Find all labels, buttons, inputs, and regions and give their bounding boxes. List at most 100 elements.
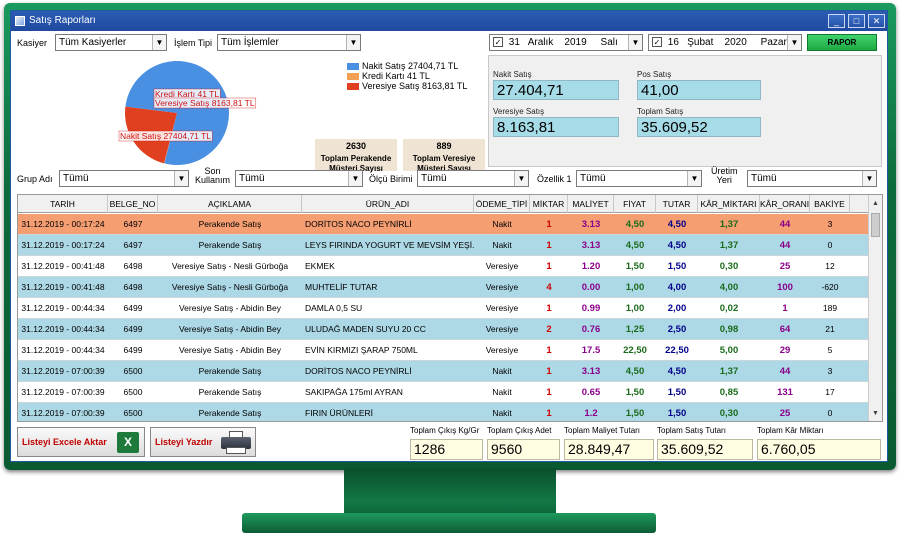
cell-miktar: 1: [546, 219, 552, 230]
olcu-birimi-label: Ölçü Birimi: [369, 174, 413, 184]
toplam-satis-label: Toplam Satış: [637, 107, 684, 116]
title-bar: Satış Raporları _ □ ✕: [11, 11, 887, 31]
column-header-bakiye[interactable]: BAKİYE: [810, 195, 850, 213]
rapor-button[interactable]: RAPOR: [807, 34, 877, 51]
column-header-miktar[interactable]: MİKTAR: [530, 195, 568, 213]
column-header-fiyat[interactable]: FİYAT: [614, 195, 656, 213]
maximize-button[interactable]: □: [848, 14, 865, 28]
column-header-maliyet[interactable]: MALİYET: [568, 195, 614, 213]
table-row[interactable]: 31.12.2019 - 00:44:34 6499 Veresiye Satış …: [18, 298, 870, 319]
son-kullanim-select[interactable]: Tümü ▼: [235, 170, 363, 187]
toplam-satis-tutari-label: Toplam Satış Tutarı: [657, 426, 726, 435]
cell-tutar: 4,50: [667, 219, 687, 230]
start-date-picker[interactable]: ✓ 31 Aralık 2019 Salı ▼: [489, 34, 643, 51]
cell-fiyat: 1,00: [625, 303, 645, 314]
cell-fiyat: 22,50: [623, 345, 647, 356]
table-row[interactable]: 31.12.2019 - 00:17:24 6497 Perakende Satış…: [18, 214, 870, 235]
ozellik-value: Tümü: [580, 173, 606, 184]
column-header-belge[interactable]: BELGE_NO: [108, 195, 158, 213]
start-date-checkbox[interactable]: ✓: [493, 37, 503, 48]
cell-oran: 100: [777, 282, 793, 293]
cell-maliyet: 17.5: [581, 345, 601, 356]
column-header-tutar[interactable]: TUTAR: [656, 195, 698, 213]
end-date-checkbox[interactable]: ✓: [652, 37, 662, 48]
legend-item-1: Kredi Kartı 41 TL: [347, 71, 430, 81]
uretim-yeri-select[interactable]: Tümü ▼: [747, 170, 877, 187]
cell-kar: 0,02: [719, 303, 739, 314]
scroll-thumb[interactable]: [871, 213, 880, 237]
vertical-scrollbar[interactable]: ▲ ▼: [868, 195, 882, 421]
end-date-picker[interactable]: ✓ 16 Şubat 2020 Pazar ▼: [648, 34, 802, 51]
start-date-weekday: Salı: [600, 37, 618, 48]
column-header-oran[interactable]: KÂR_ORANI: [760, 195, 810, 213]
table-row[interactable]: 31.12.2019 - 07:00:39 6500 Perakende Satış…: [18, 361, 870, 382]
table-row[interactable]: 31.12.2019 - 00:41:48 6498 Veresiye Satış …: [18, 256, 870, 277]
cell-miktar: 1: [546, 387, 552, 398]
cell-maliyet: 0.99: [581, 303, 601, 314]
cell-kar: 0,85: [719, 387, 739, 398]
grup-adi-label: Grup Adı: [17, 174, 53, 184]
cell-tarih: 31.12.2019 - 07:00:39: [21, 408, 105, 418]
pie-legend: Nakit Satış 27404,71 TL Kredi Kartı 41 TL…: [347, 61, 482, 101]
table-row[interactable]: 31.12.2019 - 07:00:39 6500 Perakende Satış…: [18, 382, 870, 403]
end-date-day: 16: [667, 37, 679, 48]
export-excel-button[interactable]: Listeyi Excele Aktar X: [17, 427, 145, 457]
legend-swatch-1: [347, 73, 359, 81]
cell-oran: 25: [779, 261, 791, 272]
olcu-birimi-select[interactable]: Tümü ▼: [417, 170, 529, 187]
uretim-yeri-label-line2: Yeri: [716, 175, 732, 185]
column-header-aciklama[interactable]: AÇIKLAMA: [158, 195, 302, 213]
scroll-up-icon[interactable]: ▲: [869, 197, 882, 211]
cell-oran: 64: [779, 324, 791, 335]
cell-tarih: 31.12.2019 - 07:00:39: [21, 387, 105, 397]
cell-kar: 0,98: [719, 324, 739, 335]
chevron-down-icon: ▼: [514, 171, 528, 186]
close-button[interactable]: ✕: [868, 14, 885, 28]
cell-tarih: 31.12.2019 - 00:17:24: [21, 240, 105, 250]
cell-belge: 6500: [123, 408, 143, 418]
cell-belge: 6499: [123, 345, 143, 355]
cell-fiyat: 4,50: [625, 366, 645, 377]
ozellik-select[interactable]: Tümü ▼: [576, 170, 702, 187]
export-excel-label: Listeyi Excele Aktar: [22, 437, 107, 447]
cell-tutar: 4,50: [667, 240, 687, 251]
cell-maliyet: 3.13: [581, 219, 601, 230]
table-row[interactable]: 31.12.2019 - 00:44:34 6499 Veresiye Satış …: [18, 340, 870, 361]
cell-belge: 6500: [123, 366, 143, 376]
cell-belge: 6498: [123, 261, 143, 271]
cell-maliyet: 3.13: [581, 240, 601, 251]
cell-bakiye: 12: [825, 261, 835, 271]
cell-urun: DAMLA 0,5 SU: [305, 303, 363, 313]
column-header-tarih[interactable]: TARİH: [18, 195, 108, 213]
minimize-button[interactable]: _: [828, 14, 845, 28]
kasiyer-select[interactable]: Tüm Kasiyerler ▼: [55, 34, 167, 51]
table-row[interactable]: 31.12.2019 - 00:17:24 6497 Perakende Satış…: [18, 235, 870, 256]
cell-tutar: 1,50: [667, 408, 687, 419]
table-row[interactable]: 31.12.2019 - 00:41:48 6498 Veresiye Satış …: [18, 277, 870, 298]
toplam-maliyet-value: 28.849,47: [564, 439, 654, 460]
column-header-odeme[interactable]: ÖDEME_TİPİ: [474, 195, 530, 213]
print-list-button[interactable]: Listeyi Yazdır: [150, 427, 256, 457]
chevron-down-icon: ▼: [687, 171, 701, 186]
cell-aciklama: Veresiye Satış - Abidin Bey: [178, 303, 282, 313]
column-header-urun[interactable]: ÜRÜN_ADI: [302, 195, 474, 213]
son-kullanim-value: Tümü: [239, 173, 265, 184]
toplam-maliyet-label: Toplam Maliyet Tutarı: [564, 426, 641, 435]
cell-tarih: 31.12.2019 - 07:00:39: [21, 366, 105, 376]
islem-tipi-select[interactable]: Tüm İşlemler ▼: [217, 34, 361, 51]
table-row[interactable]: 31.12.2019 - 07:00:39 6500 Perakende Satış…: [18, 403, 870, 421]
legend-label-0: Nakit Satış 27404,71 TL: [362, 61, 459, 71]
chevron-down-icon: ▼: [152, 35, 166, 50]
start-date-year: 2019: [564, 37, 587, 48]
sales-data-grid[interactable]: TARİH BELGE_NO AÇIKLAMA ÜRÜN_ADI ÖDEME_TİPİ M…: [17, 194, 883, 422]
kasiyer-label: Kasiyer: [17, 38, 48, 48]
son-kullanim-label: Son Kullanım: [195, 167, 230, 185]
cell-aciklama: Perakende Satış: [198, 240, 262, 250]
legend-swatch-0: [347, 63, 359, 71]
column-header-kar[interactable]: KÂR_MİKTARI: [698, 195, 760, 213]
scroll-down-icon[interactable]: ▼: [869, 407, 882, 421]
table-row[interactable]: 31.12.2019 - 00:44:34 6499 Veresiye Satış …: [18, 319, 870, 340]
veresiye-count: 889: [436, 141, 452, 151]
window-title: Satış Raporları: [29, 15, 96, 26]
grup-adi-select[interactable]: Tümü ▼: [59, 170, 189, 187]
